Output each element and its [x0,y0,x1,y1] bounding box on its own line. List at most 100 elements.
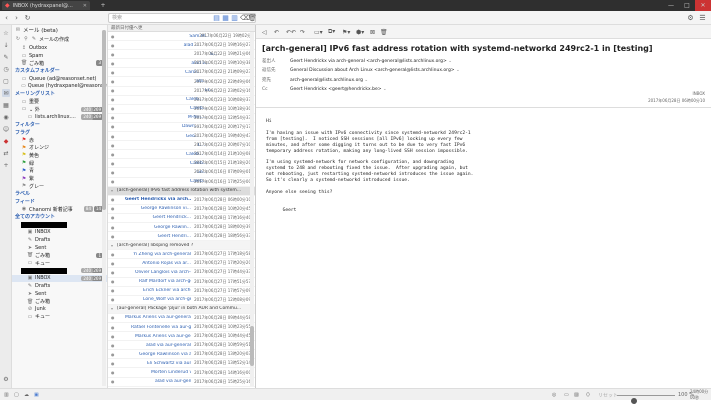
refresh-icon[interactable]: ↻ [15,36,21,42]
folder-item[interactable]: ▣INBOX269240 [12,275,107,283]
chevron-down-icon[interactable]: ▾ [111,243,113,248]
folder-item[interactable]: ⚑青 [12,167,107,175]
message-row[interactable]: ●ala...2017年06月22日 22時49分06 [108,77,255,86]
unread-dot-icon[interactable]: ● [111,134,115,139]
unread-dot-icon[interactable]: ● [111,88,115,93]
message-row[interactable]: ●Caleb...2017年06月16日 17時25分00 [108,178,255,187]
unread-dot-icon[interactable]: ● [111,279,115,284]
folder-view-icon[interactable]: ▦ [221,13,230,23]
folder-section-header[interactable]: カスタムフォルダー [12,67,107,75]
forward-icon[interactable]: ↷ [300,28,305,36]
minimize-button[interactable]: — [663,0,679,11]
reset-zoom-icon[interactable]: リセット [598,391,618,399]
folder-item[interactable]: ⚑紫 [12,175,107,183]
chevron-down-icon[interactable]: ⌄ [364,78,368,83]
message-row[interactable]: ●Geert Hendrick...2017年06月28日 17時16分40 [108,214,255,223]
bookmarks-icon[interactable]: ☆ [2,29,10,37]
unread-dot-icon[interactable]: ● [111,270,115,275]
sync-icon[interactable]: ▣ [34,391,39,399]
folder-item[interactable]: ▭キュー [12,259,107,267]
message-row[interactable]: ●Yi Zheng via arch-general2017年06月27日 17… [108,250,255,259]
folder-item[interactable]: ▣INBOX [12,229,107,237]
message-row[interactable]: ●Caleb...2017年06月23日 10時18分30 [108,105,255,114]
folder-item[interactable]: ✎Drafts [12,236,107,244]
unread-dot-icon[interactable]: ● [111,70,115,75]
unread-dot-icon[interactable]: ● [111,115,115,120]
calendar-icon[interactable]: ▦ [2,101,10,109]
unread-dot-icon[interactable]: ● [111,225,115,230]
message-row[interactable]: ●Lone_Wolf via arch-general2017年06月27日 1… [108,296,255,305]
window-icon[interactable]: ▢ [2,77,10,85]
message-row[interactable]: ●Geert Hendri...2017年06月28日 18時56分33 [108,232,255,241]
folder-item[interactable]: ✎Drafts [12,282,107,290]
unread-dot-icon[interactable]: ● [111,152,115,157]
message-row[interactable]: ●George Rawlin...2017年06月28日 18時00分39 [108,223,255,232]
unread-dot-icon[interactable]: ● [111,215,115,220]
reload-icon[interactable]: ↻ [23,13,32,23]
unread-dot-icon[interactable]: ● [111,334,115,339]
unread-dot-icon[interactable]: ● [111,79,115,84]
unread-dot-icon[interactable]: ● [111,297,115,302]
message-row[interactable]: ●M-Nei...2017年06月23日 12時54分33 [108,114,255,123]
unread-dot-icon[interactable]: ● [111,106,115,111]
folder-item[interactable]: 🗑ごみ箱 [12,298,107,306]
message-row[interactable]: ●alad ...2017年06月22日 19時16分27 [108,41,255,50]
message-row[interactable]: ●George Rawlinson via aur-ge...2017年06月2… [108,350,255,359]
camera-icon[interactable]: ◎ [552,391,556,399]
message-row[interactable]: ●C...2017年06月23日 20時07分10 [108,141,255,150]
trash-icon[interactable]: 🗑 [248,13,257,23]
folder-item[interactable]: ▭Queue (hydraxpanel@reasonset.net) [12,82,107,90]
compose-button[interactable]: メールの作成 [39,36,69,43]
folder-section-header[interactable]: フラグ [12,129,107,137]
message-row[interactable]: ●Antonio Rojas via ar...2017年06月27日 17時2… [108,259,255,268]
folder-item[interactable]: ⚑緑 [12,159,107,167]
folder-item[interactable]: ⚑赤 [12,136,107,144]
label-icon[interactable]: ⬢▾ [356,28,364,36]
folder-item[interactable]: ⚑黄色 [12,152,107,160]
close-window-button[interactable]: ✕ [695,0,711,11]
history-icon[interactable]: ◷ [2,65,10,73]
message-row[interactable]: ●El...2017年06月22日 23時02分16 [108,87,255,96]
back-icon[interactable]: ‹ [2,13,11,23]
message-row[interactable]: ●George Rawlinson vi...2017年06月28日 10時20… [108,205,255,214]
unread-dot-icon[interactable]: ● [111,170,115,175]
message-row[interactable]: ●Morten Linderud via au...2017年06月28日 14… [108,368,255,377]
mail-icon[interactable]: ✉ [2,89,10,97]
translate-icon[interactable]: ⇄ [2,149,10,157]
chevron-down-icon[interactable]: ⌄ [456,68,460,73]
folder-item[interactable]: ◉Chanomi 新着記事1484 [12,205,107,213]
message-row[interactable]: ●Markus Ariens via aur-general2017年06月28… [108,332,255,341]
message-row[interactable]: ●Dawn...2017年06月23日 20時17分17 [108,123,255,132]
zoom-slider-thumb[interactable] [631,398,637,404]
unread-dot-icon[interactable]: ● [111,379,115,384]
reply-icon[interactable]: ↶ [274,28,279,36]
filter-icon[interactable]: ⚲ [23,36,29,42]
vivaldi-icon[interactable]: ◆ [2,137,10,145]
message-row[interactable]: ●Caleb...2017年06月15日 21時18分20 [108,159,255,168]
unread-dot-icon[interactable]: ● [111,179,115,184]
message-row[interactable]: ●Geo...2017年06月23日 19時40分43 [108,132,255,141]
chevron-down-icon[interactable]: ⌄ [448,59,452,64]
window-icon[interactable]: ▢ [14,391,19,399]
compose-icon[interactable]: ✎ [31,36,37,42]
folder-item[interactable]: ▭キュー [12,313,107,321]
from-address[interactable]: Geert Hendrickx via arch-general <arch-g… [290,59,447,64]
close-icon[interactable]: ✕ [83,3,87,9]
maximize-button[interactable]: □ [679,0,695,11]
message-row[interactable]: ●Ge...2017年06月16日 07時09分01 [108,168,255,177]
folder-item[interactable]: ⊘Junk [12,305,107,313]
folder-item[interactable]: ➤Sent [12,244,107,252]
folder-section-header[interactable]: 全てのアカウント [12,213,107,221]
message-row[interactable]: ●alad v...2017年06月22日 19時10分38 [108,59,255,68]
menu-icon[interactable]: ☰ [698,13,707,23]
settings-icon[interactable]: ⚙ [2,375,10,383]
cloud-icon[interactable]: ☁ [24,391,29,399]
message-row[interactable]: ●Rafael Fontenelle via aur-general2017年0… [108,323,255,332]
message-row[interactable]: ●S...2017年06月22日 19時21分06 [108,50,255,59]
message-row[interactable]: ●Caleb...2017年06月23日 10時08分37 [108,96,255,105]
list-scrollbar[interactable] [250,32,254,386]
page-actions-icon[interactable]: ⟨⟩ [586,391,590,399]
folder-item[interactable]: ▭⌄ 外269240 [12,106,107,114]
thread-subject-row[interactable]: ▾[arch-general] IPv6 fast address rotati… [108,187,255,196]
folder-section-header[interactable]: フィルター [12,121,107,129]
